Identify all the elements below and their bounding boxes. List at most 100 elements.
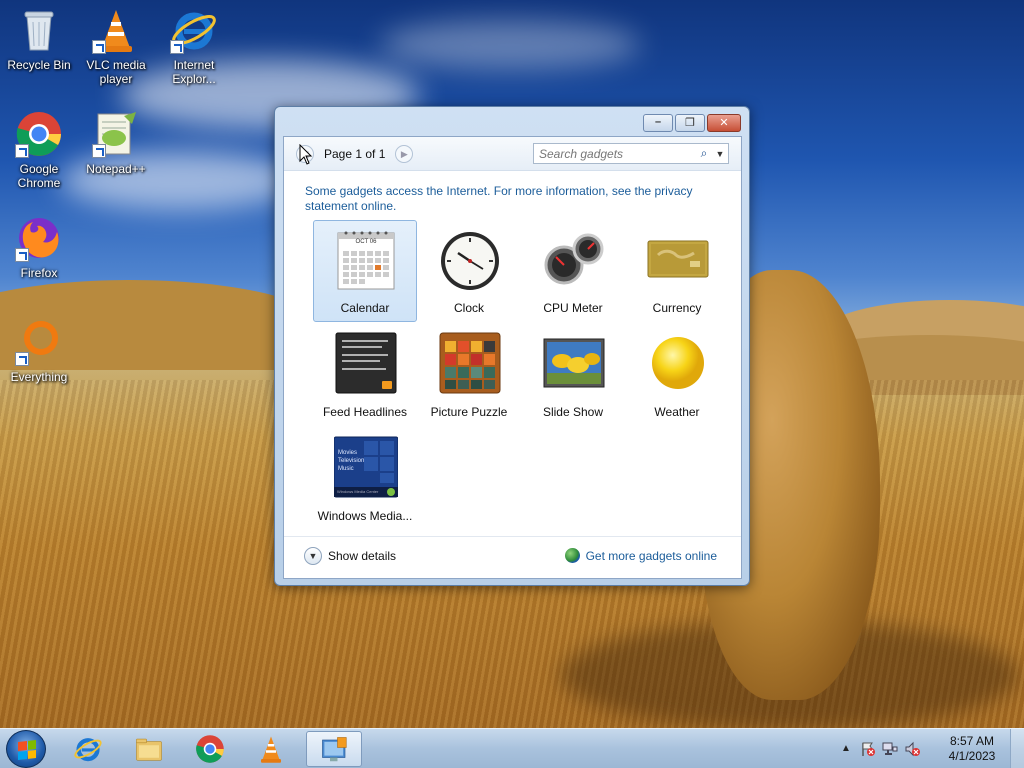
clock-gadget-icon: [438, 227, 502, 291]
recycle-bin-icon: [15, 6, 63, 54]
close-button[interactable]: ✕: [707, 114, 741, 132]
gadget-name: Windows Media...: [317, 509, 413, 523]
show-details-label: Show details: [328, 549, 397, 563]
gadget-name: Picture Puzzle: [430, 405, 508, 419]
gadget-tile-feed-headlines[interactable]: Feed Headlines: [313, 324, 417, 426]
gadget-tile-calendar[interactable]: OCT 06 Calendar: [313, 220, 417, 322]
restore-icon: ❐: [685, 117, 695, 129]
show-hidden-icons-button[interactable]: ▲: [838, 741, 854, 757]
media-center-menu-item: Music: [338, 466, 354, 472]
gadget-tile-weather[interactable]: Weather: [625, 324, 729, 426]
calendar-gadget-icon: OCT 06: [334, 227, 398, 291]
close-icon: ✕: [719, 117, 729, 129]
calendar-month-label: OCT 06: [355, 239, 377, 245]
everything-search-icon: [15, 318, 63, 366]
desktop-icon-label: Firefox: [20, 266, 58, 280]
caption-buttons: – ❐ ✕: [643, 114, 741, 132]
search-gadgets-box: ⌕ ▼: [533, 143, 729, 164]
search-icon[interactable]: ⌕: [696, 146, 712, 161]
gadget-tile-cpu-meter[interactable]: CPU Meter: [521, 220, 625, 322]
get-more-gadgets-label: Get more gadgets online: [585, 548, 717, 563]
taskbar: ▲ 8:57 AM 4/1/2023: [0, 728, 1024, 768]
gadget-tile-picture-puzzle[interactable]: Picture Puzzle: [417, 324, 521, 426]
feed-headlines-gadget-icon: [334, 331, 398, 395]
media-center-menu: Movies Television Music: [338, 449, 364, 473]
notepad-plus-plus-icon: [92, 110, 140, 158]
get-more-gadgets-link[interactable]: Get more gadgets online: [564, 548, 717, 563]
gadgets-toolbar: ◀ Page 1 of 1 ▶ ⌕ ▼: [284, 137, 741, 171]
restore-button[interactable]: ❐: [675, 114, 705, 132]
chrome-icon: [196, 735, 224, 763]
media-center-bar-label: Windows Media Center: [337, 489, 379, 494]
system-tray: ▲ 8:57 AM 4/1/2023: [834, 729, 1024, 768]
gadget-tile-windows-media-center[interactable]: Movies Television Music Windows Media Ce…: [313, 428, 417, 530]
windows-logo-icon: [18, 740, 36, 760]
media-center-menu-item: Television: [338, 458, 365, 464]
desktop-icon-label: Everything: [10, 370, 68, 384]
start-button[interactable]: [6, 730, 46, 768]
gadget-tile-clock[interactable]: Clock: [417, 220, 521, 322]
desktop-icon-recycle-bin[interactable]: Recycle Bin: [1, 6, 77, 72]
gadget-name: CPU Meter: [543, 301, 603, 315]
mouse-cursor-icon: [299, 144, 313, 165]
gadget-name: Clock: [453, 301, 484, 315]
vlc-cone-icon: [261, 736, 281, 763]
desktop-icon-label: Google Chrome: [17, 162, 61, 190]
gadget-tile-currency[interactable]: Currency: [625, 220, 729, 322]
media-center-menu-item: Movies: [338, 450, 358, 456]
desktop-icon-label: VLC media player: [86, 58, 146, 86]
taskbar-item-desktop-gadgets[interactable]: [306, 731, 362, 767]
taskbar-item-google-chrome[interactable]: [182, 731, 238, 767]
privacy-notice-link[interactable]: Some gadgets access the Internet. For mo…: [305, 184, 725, 214]
internet-explorer-icon: [170, 6, 218, 54]
volume-muted-icon[interactable]: [904, 741, 920, 757]
cpu-meter-gadget-icon: [542, 227, 606, 291]
slide-show-gadget-icon: [542, 331, 606, 395]
search-dropdown-icon[interactable]: ▼: [712, 149, 728, 159]
desktop-icon-notepad-plus-plus[interactable]: Notepad++: [78, 110, 154, 176]
minimize-button[interactable]: –: [643, 114, 673, 132]
desktop-icon-firefox[interactable]: Firefox: [1, 214, 77, 280]
page-label: Page 1 of 1: [324, 147, 386, 161]
clock-date: 4/1/2023: [948, 749, 996, 763]
internet-explorer-icon: [74, 738, 102, 762]
gadgets-icon: [322, 737, 347, 762]
firefox-icon: [15, 214, 63, 262]
desktop-icon-everything[interactable]: Everything: [1, 318, 77, 384]
next-page-button[interactable]: ▶: [395, 145, 414, 163]
weather-sun-icon: [646, 331, 710, 395]
gadgets-footer: ▼ Show details Get more gadgets online: [284, 536, 741, 578]
desktop-icon-label: Recycle Bin: [7, 58, 71, 72]
gadget-name: Slide Show: [542, 405, 604, 419]
gadgets-client-area: ◀ Page 1 of 1 ▶ ⌕ ▼ Some gadgets access …: [283, 136, 742, 579]
taskbar-clock[interactable]: 8:57 AM 4/1/2023: [946, 734, 998, 764]
windows-media-center-gadget-icon: Movies Television Music Windows Media Ce…: [333, 435, 399, 499]
gadget-name: Feed Headlines: [322, 405, 408, 419]
currency-gadget-icon: [646, 227, 710, 291]
desktop-icon-label: Internet Explor...: [172, 58, 216, 86]
show-details-button[interactable]: ▼ Show details: [304, 547, 396, 565]
pager: ◀ Page 1 of 1 ▶: [296, 143, 414, 165]
clock-time: 8:57 AM: [949, 734, 995, 748]
taskbar-item-vlc[interactable]: [243, 731, 299, 767]
network-icon[interactable]: [882, 741, 898, 757]
gadget-name: Currency: [652, 301, 702, 315]
globe-icon: [564, 548, 580, 563]
show-desktop-button[interactable]: [1010, 729, 1024, 768]
gadget-name: Calendar: [340, 301, 390, 315]
desktop-icon-google-chrome[interactable]: Google Chrome: [1, 110, 77, 190]
action-center-flag-icon[interactable]: [860, 741, 876, 757]
chevron-down-icon: ▼: [304, 547, 322, 565]
taskbar-item-internet-explorer[interactable]: [60, 731, 116, 767]
picture-puzzle-gadget-icon: [438, 331, 502, 395]
folder-icon: [136, 738, 162, 761]
chrome-icon: [15, 110, 63, 158]
gadget-tile-slide-show[interactable]: Slide Show: [521, 324, 625, 426]
taskbar-item-file-explorer[interactable]: [121, 731, 177, 767]
desktop-icon-internet-explorer[interactable]: Internet Explor...: [156, 6, 232, 86]
gadget-name: Weather: [654, 405, 700, 419]
minimize-icon: –: [654, 116, 662, 128]
desktop-icon-vlc[interactable]: VLC media player: [78, 6, 154, 86]
search-gadgets-input[interactable]: [534, 144, 696, 163]
gadgets-window: – ❐ ✕ ◀ Page 1 of 1 ▶ ⌕ ▼ Some gadgets a…: [274, 106, 750, 586]
